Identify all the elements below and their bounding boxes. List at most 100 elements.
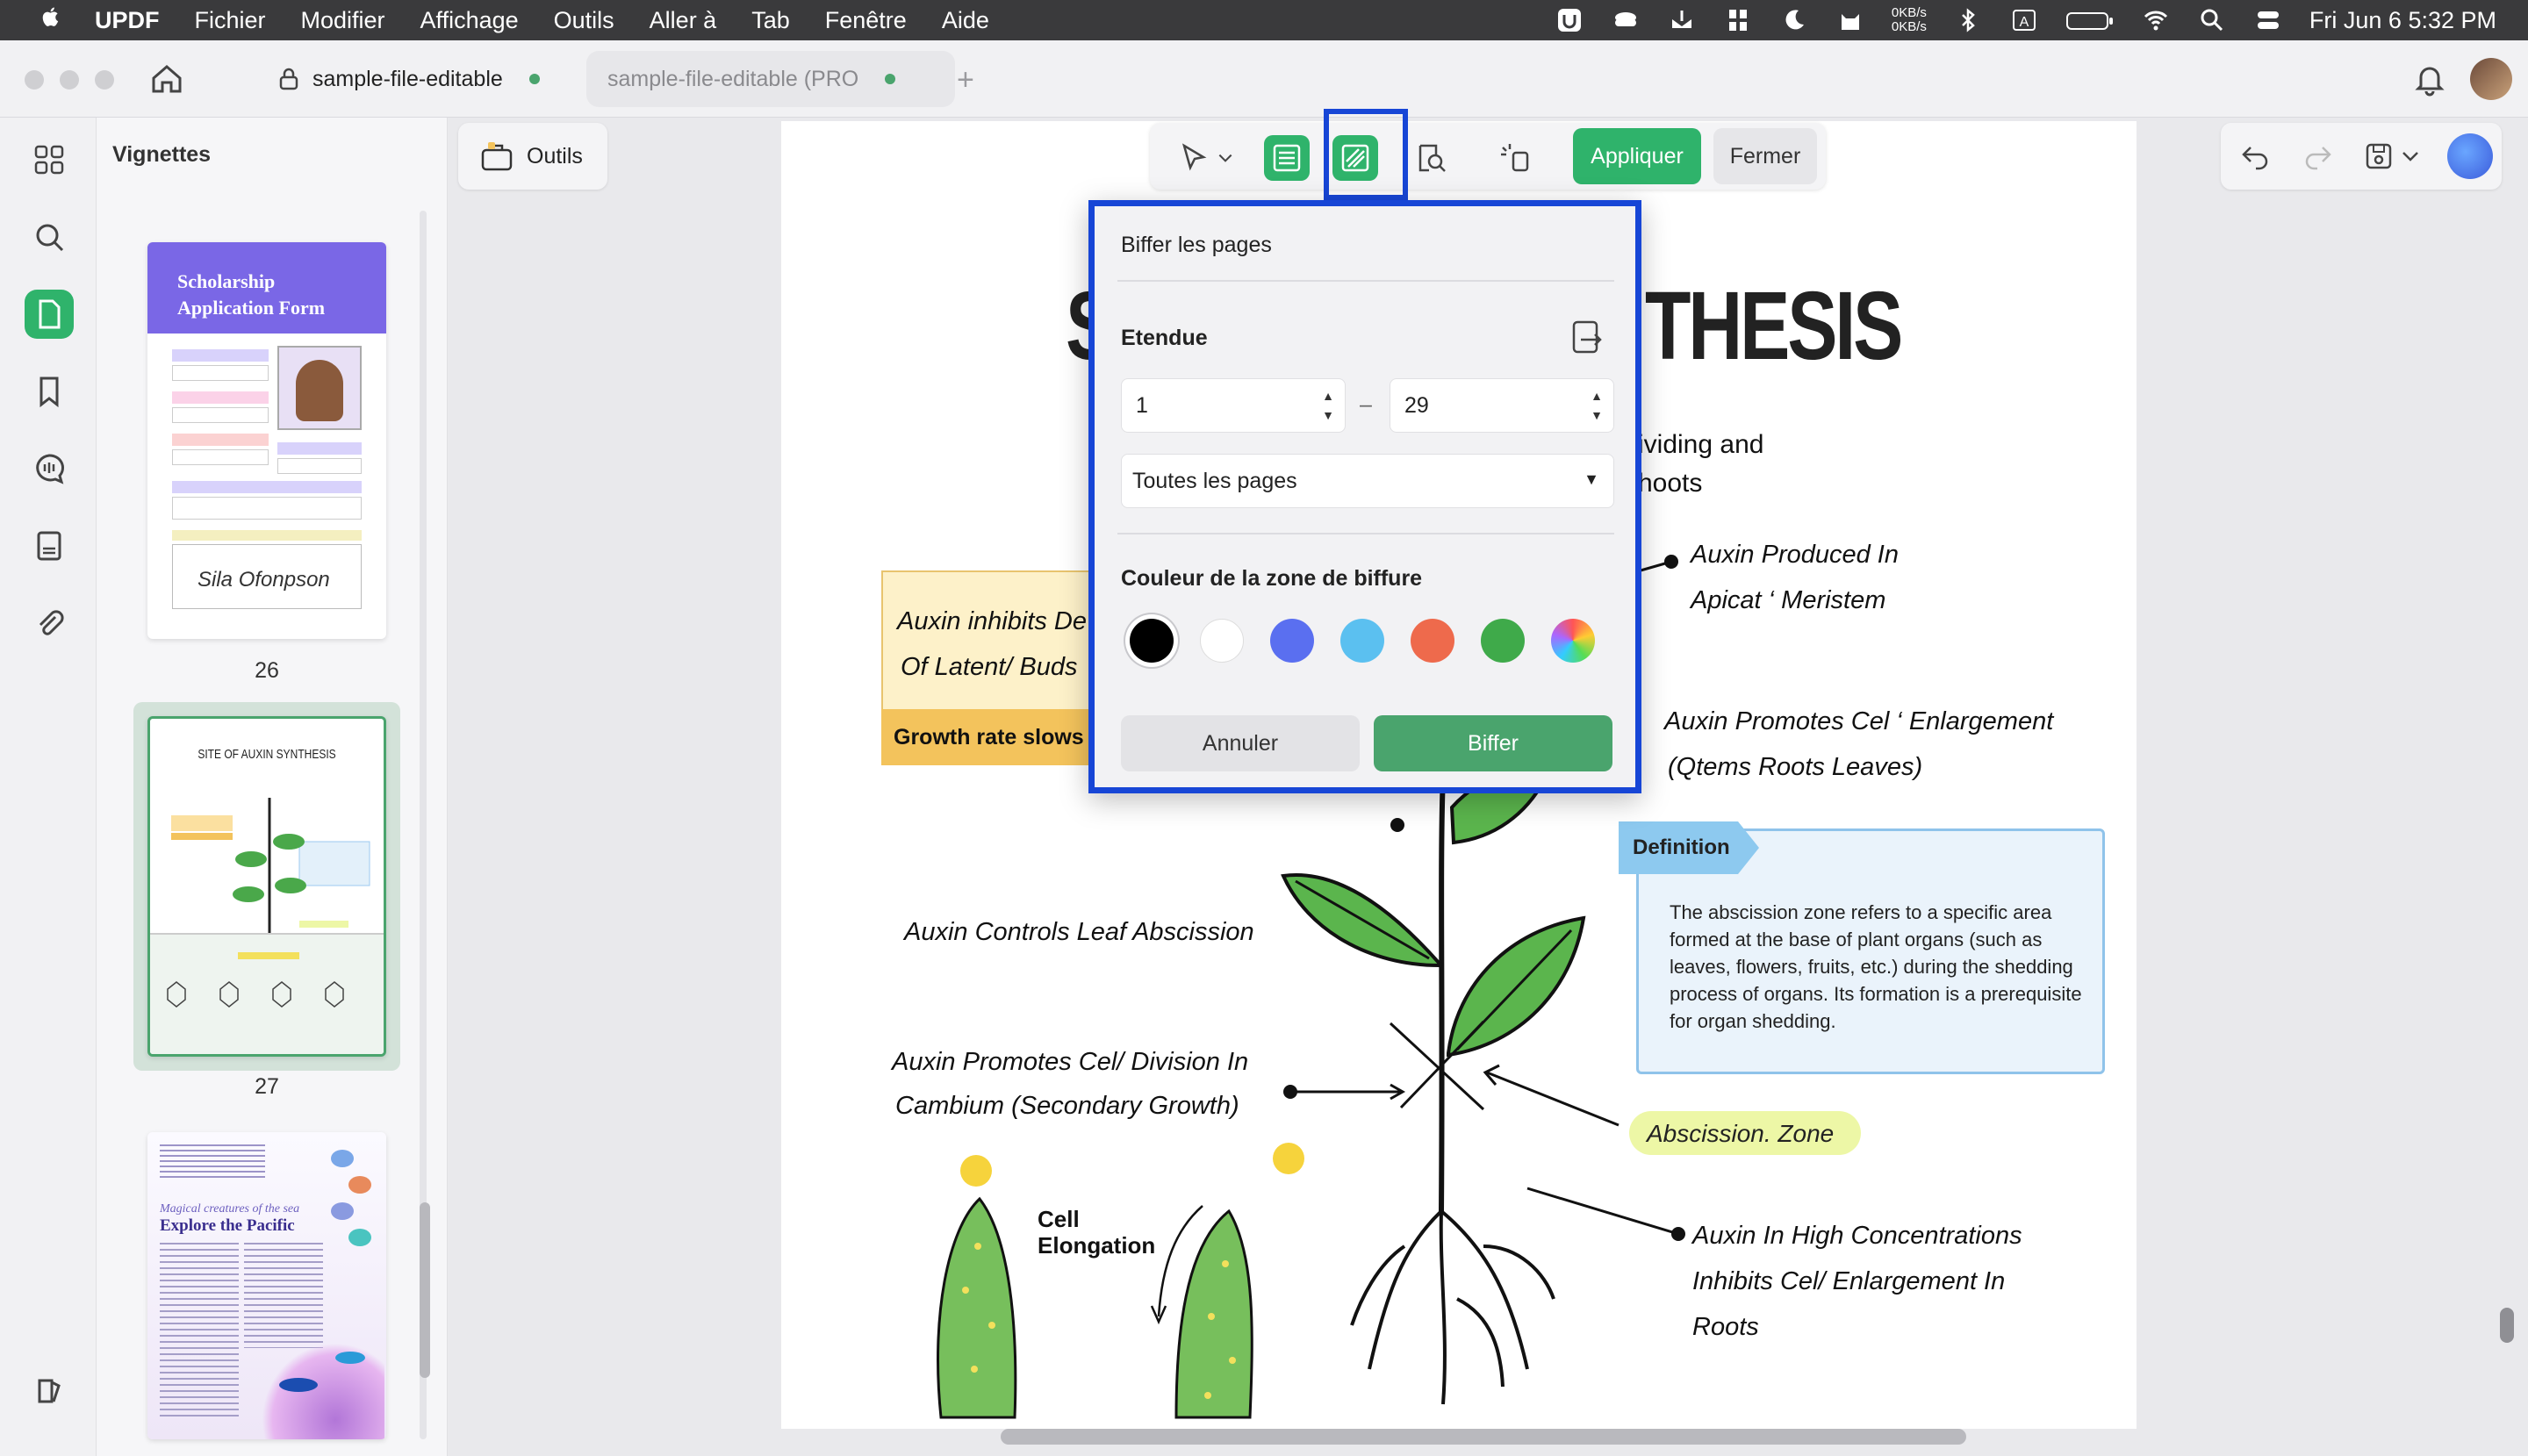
tools-label: Outils	[527, 143, 583, 169]
spotlight-search-icon[interactable]	[2197, 5, 2227, 35]
menu-fenetre[interactable]: Fenêtre	[825, 7, 907, 34]
horizontal-scrollbar[interactable]	[1001, 1429, 1966, 1445]
window-controls	[25, 70, 114, 90]
color-swatch-orange[interactable]	[1411, 619, 1454, 663]
moon-icon[interactable]	[1779, 5, 1809, 35]
zoom-window-button[interactable]	[95, 70, 114, 90]
menu-fichier[interactable]: Fichier	[195, 7, 266, 34]
apply-button[interactable]: Appliquer	[1573, 128, 1701, 184]
tools-button[interactable]: Outils	[458, 123, 607, 190]
redact-button[interactable]: Biffer	[1374, 715, 1612, 771]
menu-bar: UPDF Fichier Modifier Affichage Outils A…	[0, 0, 2528, 40]
color-swatch-black[interactable]	[1130, 619, 1174, 663]
thumbnail-signature-label	[172, 530, 362, 541]
divider	[1117, 533, 1614, 534]
thumbnails-grid-icon[interactable]	[25, 135, 74, 184]
saved-status-dot	[528, 74, 540, 84]
network-speed: 0KB/s 0KB/s	[1892, 6, 1927, 34]
thumbnails-title: Vignettes	[112, 142, 212, 167]
menu-aide[interactable]: Aide	[942, 7, 989, 34]
thumbnail-title-line2: Application Form	[177, 297, 326, 319]
thumbnail-address-field	[172, 481, 362, 521]
comment-icon[interactable]	[25, 444, 74, 493]
battery-icon[interactable]	[2065, 5, 2115, 35]
page-organize-icon[interactable]	[25, 290, 74, 339]
thumbnail-page-27[interactable]: SITE OF AUXIN SYNTHESIS	[147, 716, 386, 1057]
tab-sample-file-editable[interactable]: sample-file-editable	[255, 51, 579, 107]
color-swatch-custom[interactable]	[1551, 619, 1595, 663]
ai-assistant-icon[interactable]	[2447, 133, 2493, 179]
grid-app-icon[interactable]	[1723, 5, 1753, 35]
right-toolbar	[2221, 123, 2502, 190]
redact-text-tool-icon[interactable]	[1264, 135, 1310, 181]
bookmark-icon[interactable]	[25, 367, 74, 416]
layers-icon[interactable]	[25, 1366, 74, 1415]
attachment-icon[interactable]	[25, 599, 74, 648]
tab-sample-file-editable-pro[interactable]: sample-file-editable (PRO	[586, 51, 955, 107]
thumbnail-signature: Sila Ofonpson	[172, 544, 362, 609]
color-label: Couleur de la zone de biffure	[1121, 566, 1423, 591]
bell-icon[interactable]	[2412, 61, 2447, 97]
swap-range-icon[interactable]	[1567, 319, 1605, 357]
intro-line2: hoots	[1638, 469, 1703, 498]
menu-aller-a[interactable]: Aller à	[650, 7, 717, 34]
thumbnail-photo	[277, 346, 362, 430]
thumbnail-title: SITE OF AUXIN SYNTHESIS	[198, 747, 336, 762]
range-to-stepper[interactable]: 29 ▲ ▼	[1390, 378, 1614, 433]
chevron-down-icon[interactable]	[1215, 135, 1236, 181]
thumbnail-title-line1: Scholarship	[177, 270, 276, 292]
find-redact-icon[interactable]	[1408, 135, 1454, 181]
input-source-icon[interactable]: A	[2009, 5, 2039, 35]
bluetooth-icon[interactable]	[1953, 5, 1983, 35]
thumbnails-scrollbar-thumb[interactable]	[420, 1202, 430, 1378]
tab-label: sample-file-editable (PRO	[607, 66, 859, 91]
download-tray-icon[interactable]	[1667, 5, 1697, 35]
page-title-right: THESIS	[1645, 272, 1903, 380]
menu-app-name[interactable]: UPDF	[95, 7, 160, 34]
toolbox-icon	[481, 142, 513, 171]
menubar-clock[interactable]: Fri Jun 6 5:32 PM	[2309, 7, 2496, 34]
color-swatch-light-blue[interactable]	[1340, 619, 1384, 663]
user-avatar[interactable]	[2470, 58, 2512, 100]
undo-icon[interactable]	[2238, 139, 2273, 174]
thumbnail-page-26[interactable]: Scholarship Application Form Sila Ofonps…	[147, 242, 386, 639]
drive-icon[interactable]	[1611, 5, 1641, 35]
menu-tab[interactable]: Tab	[751, 7, 790, 34]
thumbnail-title: Explore the Pacific	[160, 1216, 295, 1235]
search-icon[interactable]	[25, 212, 74, 262]
range-from-stepper[interactable]: 1 ▲ ▼	[1121, 378, 1346, 433]
stepper-arrows-icon[interactable]: ▲ ▼	[1591, 386, 1603, 425]
close-button[interactable]: Fermer	[1713, 128, 1817, 184]
thumbnail-header: Scholarship Application Form	[147, 242, 386, 334]
close-window-button[interactable]	[25, 70, 44, 90]
color-swatch-blue[interactable]	[1270, 619, 1314, 663]
thumbnail-page-28[interactable]: Magical creatures of the sea Explore the…	[147, 1132, 386, 1439]
vertical-scrollbar[interactable]	[2500, 1308, 2514, 1343]
home-icon[interactable]	[149, 61, 186, 98]
wifi-icon[interactable]	[2141, 5, 2171, 35]
form-icon[interactable]	[25, 521, 74, 570]
net-up: 0KB/s	[1891, 5, 1927, 20]
menu-outils[interactable]: Outils	[554, 7, 614, 34]
new-tab-plus-icon[interactable]: +	[957, 63, 974, 97]
apple-menu-icon[interactable]	[33, 4, 68, 36]
left-tool-rail	[0, 118, 97, 1456]
page-scope-select[interactable]: Toutes les pages ▼	[1121, 454, 1614, 508]
stepper-arrows-icon[interactable]: ▲ ▼	[1322, 386, 1334, 425]
thumbnail-structure-section	[150, 933, 384, 1054]
redo-icon[interactable]	[2300, 139, 2335, 174]
menu-modifier[interactable]: Modifier	[301, 7, 385, 34]
select-arrow-icon[interactable]	[1171, 135, 1217, 181]
color-swatch-white[interactable]	[1200, 619, 1244, 663]
menu-affichage[interactable]: Affichage	[420, 7, 519, 34]
control-center-icon[interactable]	[2253, 5, 2283, 35]
cat-icon[interactable]	[1835, 5, 1865, 35]
hand-redact-icon[interactable]	[1492, 135, 1538, 181]
intro-line1: ividing and	[1638, 430, 1764, 459]
minimize-window-button[interactable]	[60, 70, 79, 90]
save-icon[interactable]	[2361, 139, 2396, 174]
updf-status-icon[interactable]	[1555, 5, 1584, 35]
color-swatch-green[interactable]	[1481, 619, 1525, 663]
save-menu-chevron-icon[interactable]	[2400, 139, 2421, 174]
cancel-button[interactable]: Annuler	[1121, 715, 1360, 771]
